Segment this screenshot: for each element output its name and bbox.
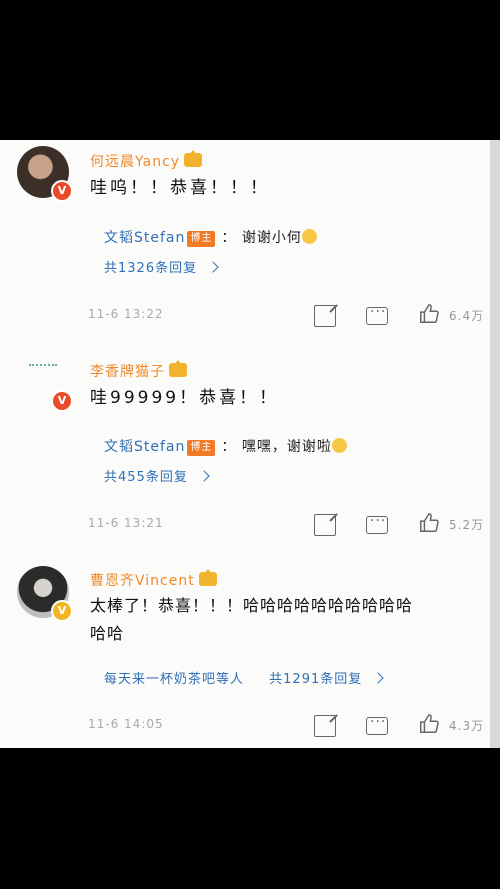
comment-time: 11-6 13:21 bbox=[88, 516, 164, 530]
reply-separator: ： bbox=[221, 230, 237, 246]
like-icon[interactable] bbox=[418, 303, 440, 325]
share-icon[interactable] bbox=[314, 305, 336, 327]
view-replies-link[interactable]: 共455条回复 bbox=[104, 466, 210, 485]
verified-badge-icon: V bbox=[51, 600, 73, 622]
like-count: 5.2万 bbox=[449, 518, 485, 532]
view-replies-link[interactable]: 每天来一杯奶茶吧等人 共1291条回复 bbox=[104, 668, 384, 687]
username-text: 李香牌猫子 bbox=[90, 364, 165, 380]
verified-badge-icon: V bbox=[51, 180, 73, 202]
reply-preview[interactable]: 文韬Stefan 博主 ： 嘿嘿，谢谢啦 bbox=[104, 436, 347, 456]
comment-icon[interactable] bbox=[366, 513, 388, 534]
like-icon[interactable] bbox=[418, 512, 440, 534]
reply-author[interactable]: 文韬Stefan bbox=[104, 439, 185, 455]
comment-time: 11-6 14:05 bbox=[88, 717, 164, 731]
vip-crown-icon bbox=[198, 569, 217, 586]
scroll-edge bbox=[490, 140, 500, 748]
username-text: 何远晨Yancy bbox=[90, 154, 181, 170]
comment-username[interactable]: 何远晨Yancy bbox=[90, 150, 203, 171]
share-icon[interactable] bbox=[314, 514, 336, 536]
replies-count: 共1291条回复 bbox=[269, 672, 363, 687]
comment-time: 11-6 13:22 bbox=[88, 307, 164, 321]
like-icon[interactable] bbox=[418, 713, 440, 735]
username-text: 曹恩齐Vincent bbox=[90, 573, 195, 589]
comment-username[interactable]: 曹恩齐Vincent bbox=[90, 569, 217, 590]
replies-count: 共455条回复 bbox=[104, 470, 188, 485]
comment-username[interactable]: 李香牌猫子 bbox=[90, 360, 187, 381]
reply-text: 嘿嘿，谢谢啦 bbox=[241, 439, 332, 455]
comment-icon[interactable] bbox=[366, 714, 388, 735]
grin-emoji-icon bbox=[301, 229, 317, 244]
comment-text-line-1: 太棒了！恭喜！！！哈哈哈哈哈哈哈哈哈哈 bbox=[90, 596, 414, 615]
comment-text: 哇呜！！恭喜！！！ bbox=[90, 178, 270, 198]
share-icon[interactable] bbox=[314, 715, 336, 737]
reply-author[interactable]: 文韬Stefan bbox=[104, 230, 185, 246]
grin-emoji-icon bbox=[331, 438, 347, 453]
like-count: 4.3万 bbox=[449, 719, 485, 733]
host-badge: 博主 bbox=[187, 440, 216, 456]
host-badge: 博主 bbox=[187, 231, 216, 247]
comment-text-line-2: 哈哈 bbox=[90, 624, 125, 643]
view-replies-link[interactable]: 共1326条回复 bbox=[104, 257, 219, 276]
chevron-right-icon bbox=[198, 470, 210, 482]
reply-text: 谢谢小何 bbox=[241, 230, 302, 246]
verified-badge-icon: V bbox=[51, 390, 73, 412]
reply-preview[interactable]: 文韬Stefan 博主 ： 谢谢小何 bbox=[104, 227, 317, 247]
vip-crown-icon bbox=[169, 360, 187, 377]
comment-icon[interactable] bbox=[366, 304, 388, 325]
reply-separator: ： bbox=[221, 439, 237, 455]
vip-crown-icon bbox=[184, 150, 203, 167]
replies-count: 共1326条回复 bbox=[104, 261, 198, 276]
comment-panel: V 何远晨Yancy 哇呜！！恭喜！！！ 文韬Stefan 博主： 谢谢小何 共1… bbox=[0, 140, 490, 748]
comment-text: 哇99999！恭喜！！ bbox=[90, 388, 280, 408]
reply-preview-users: 每天来一杯奶茶吧等人 bbox=[104, 672, 245, 687]
chevron-right-icon bbox=[372, 672, 384, 684]
like-count: 6.4万 bbox=[449, 309, 485, 323]
chevron-right-icon bbox=[207, 261, 219, 273]
